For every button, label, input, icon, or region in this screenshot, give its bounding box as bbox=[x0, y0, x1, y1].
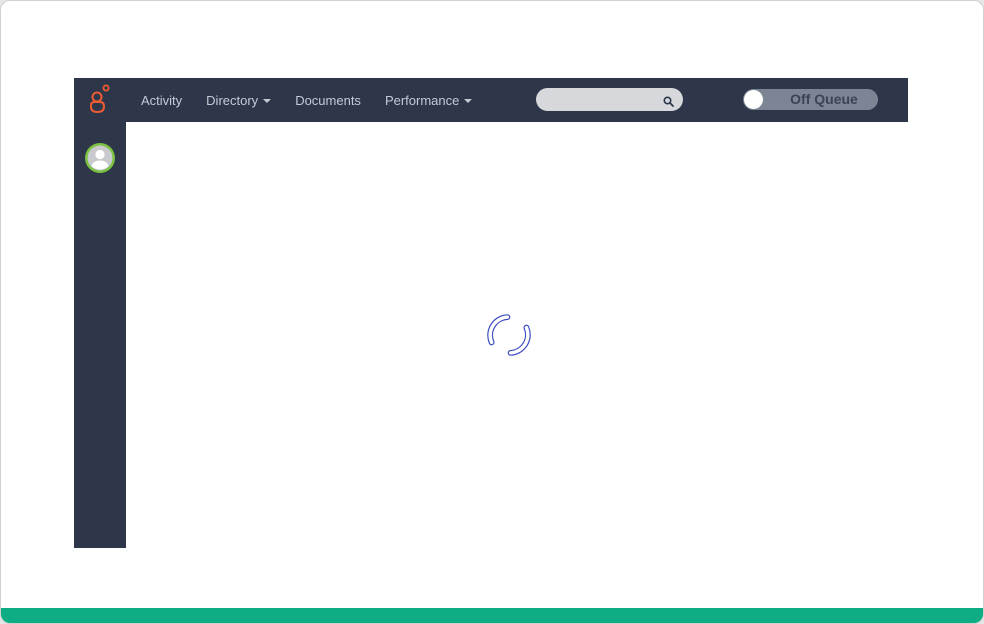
queue-toggle[interactable]: Off Queue bbox=[743, 89, 878, 110]
search-icon[interactable] bbox=[663, 94, 674, 107]
chevron-down-icon bbox=[263, 98, 272, 103]
toggle-knob bbox=[744, 90, 763, 109]
nav-performance-label: Performance bbox=[384, 92, 460, 108]
sidebar bbox=[74, 78, 126, 548]
nav-directory[interactable]: Directory bbox=[206, 92, 272, 108]
search-box[interactable] bbox=[536, 88, 683, 111]
nav-activity-label: Activity bbox=[141, 92, 183, 108]
app-container: Activity Directory Documents Performance bbox=[74, 78, 908, 548]
genesys-logo-icon[interactable] bbox=[88, 84, 112, 116]
window-frame: Activity Directory Documents Performance bbox=[0, 0, 984, 624]
nav-documents-label: Documents bbox=[295, 92, 361, 108]
nav-activity[interactable]: Activity bbox=[141, 93, 182, 108]
user-avatar-icon[interactable] bbox=[84, 142, 116, 174]
nav-performance[interactable]: Performance bbox=[384, 92, 473, 108]
main-nav: Activity Directory Documents Performance bbox=[141, 78, 496, 122]
loading-spinner-icon bbox=[481, 307, 537, 363]
queue-status-label: Off Queue bbox=[790, 91, 858, 107]
search-input[interactable] bbox=[546, 91, 660, 110]
chevron-down-icon bbox=[464, 98, 473, 103]
nav-directory-label: Directory bbox=[206, 92, 259, 108]
nav-documents[interactable]: Documents bbox=[295, 93, 361, 108]
top-navigation-bar: Activity Directory Documents Performance bbox=[126, 78, 908, 122]
footer-accent-bar bbox=[1, 608, 983, 623]
